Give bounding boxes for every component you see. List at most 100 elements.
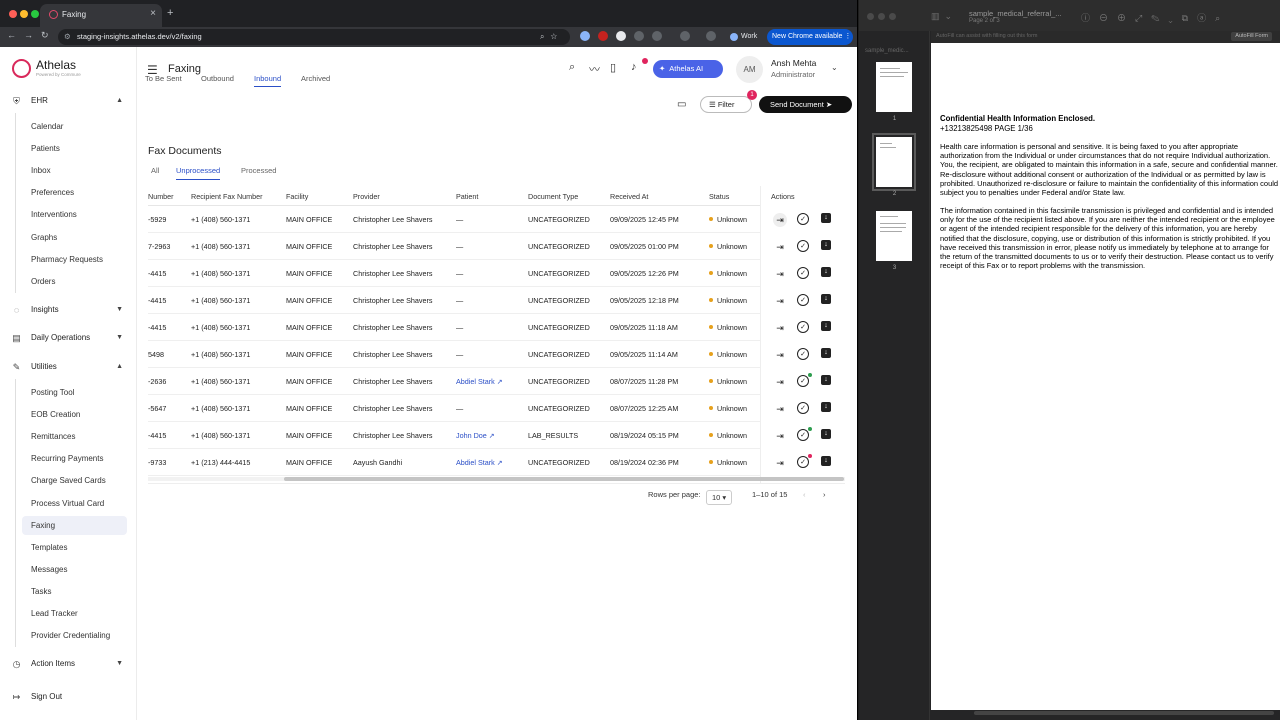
table-row[interactable]: -4415 +1 (408) 560-1371 MAIN OFFICE Christo… bbox=[148, 422, 845, 449]
address-bar[interactable]: ⚙ staging-insights.athelas.dev/v2/faxing… bbox=[58, 29, 570, 45]
extension-icon[interactable] bbox=[680, 31, 690, 41]
sidebar-section-action-items[interactable]: ◷ Action Items ▼ bbox=[11, 656, 123, 672]
sidebar-item-inbox[interactable]: Inbox bbox=[22, 161, 127, 180]
browser-tab[interactable]: Faxing × bbox=[40, 4, 162, 27]
sidebar-item-interventions[interactable]: Interventions bbox=[22, 205, 127, 224]
sidebar-section-utilities[interactable]: ✎ Utilities ▲ bbox=[11, 359, 123, 375]
sidebar-item-calendar[interactable]: Calendar bbox=[22, 117, 127, 136]
sidebar-item-pharmacy-requests[interactable]: Pharmacy Requests bbox=[22, 250, 127, 269]
site-info-icon[interactable]: ⚙ bbox=[64, 29, 71, 45]
mark-processed-icon[interactable]: ✓ bbox=[797, 267, 809, 279]
subtab-unprocessed[interactable]: Unprocessed bbox=[176, 166, 221, 180]
table-row[interactable]: -4415 +1 (408) 560-1371 MAIN OFFICE Christo… bbox=[148, 314, 845, 341]
table-row[interactable]: -5647 +1 (408) 560-1371 MAIN OFFICE Christo… bbox=[148, 395, 845, 422]
assign-icon[interactable]: ⇥ bbox=[773, 348, 787, 362]
sidebar-section-insights[interactable]: ◌ Insights ▼ bbox=[11, 302, 123, 318]
assign-icon[interactable]: ⇥ bbox=[773, 240, 787, 254]
archive-icon[interactable]: ↓ bbox=[821, 240, 831, 250]
assign-icon[interactable]: ⇥ bbox=[773, 429, 787, 443]
scrollbar-thumb[interactable] bbox=[284, 477, 844, 481]
sidebar-item-recurring-payments[interactable]: Recurring Payments bbox=[22, 449, 127, 468]
table-row[interactable]: -5929 +1 (408) 560-1371 MAIN OFFICE Christo… bbox=[148, 206, 845, 233]
column-header-status[interactable]: Status bbox=[709, 192, 729, 201]
sidebar-item-tasks[interactable]: Tasks bbox=[22, 582, 127, 601]
chevron-down-icon[interactable]: ⌄ bbox=[831, 63, 838, 72]
sidebar-item-lead-tracker[interactable]: Lead Tracker bbox=[22, 604, 127, 623]
assign-icon[interactable]: ⇥ bbox=[773, 456, 787, 470]
filter-button[interactable]: ☰ Filter bbox=[700, 96, 752, 113]
patient-link[interactable]: John Doe ↗ bbox=[456, 431, 495, 440]
sidebar-item-eob-creation[interactable]: EOB Creation bbox=[22, 405, 127, 424]
sidebar-section-ehr[interactable]: ⛨ EHR ▲ bbox=[11, 93, 123, 109]
horizontal-scrollbar[interactable] bbox=[974, 711, 1274, 715]
column-header-provider[interactable]: Provider bbox=[353, 192, 380, 201]
horizontal-scrollbar[interactable] bbox=[148, 477, 845, 481]
column-header-received-at[interactable]: Received At bbox=[610, 192, 648, 201]
table-row[interactable]: 5498 +1 (408) 560-1371 MAIN OFFICE Christop… bbox=[148, 341, 845, 368]
mark-processed-icon[interactable]: ✓ bbox=[797, 294, 809, 306]
patient-link[interactable]: Abdiel Stark ↗ bbox=[456, 377, 503, 386]
preview-tools[interactable]: ⓘ⊖⊕⤢✎⌄⧉ⓐ⌕ bbox=[1081, 11, 1229, 24]
archive-icon[interactable]: ↓ bbox=[821, 267, 831, 277]
subtab-processed[interactable]: Processed bbox=[241, 166, 276, 175]
extension-icon[interactable] bbox=[616, 31, 626, 41]
back-icon[interactable]: ← bbox=[7, 30, 16, 40]
sidebar-item-posting-tool[interactable]: Posting Tool bbox=[22, 383, 127, 402]
sidebar-item-graphs[interactable]: Graphs bbox=[22, 228, 127, 247]
column-header-facility[interactable]: Facility bbox=[286, 192, 308, 201]
column-header-document-type[interactable]: Document Type bbox=[528, 192, 578, 201]
archive-icon[interactable]: ↓ bbox=[821, 213, 831, 223]
tab-to-be-sent[interactable]: To Be Sent bbox=[145, 74, 182, 83]
sidebar-item-orders[interactable]: Orders bbox=[22, 272, 127, 291]
next-page-icon[interactable]: › bbox=[823, 490, 826, 499]
prev-page-icon[interactable]: ‹ bbox=[803, 490, 806, 499]
close-window-button[interactable] bbox=[867, 13, 874, 20]
patient-link[interactable]: Abdiel Stark ↗ bbox=[456, 458, 503, 467]
tab-outbound[interactable]: Outbound bbox=[201, 74, 234, 83]
extension-icon[interactable] bbox=[706, 31, 716, 41]
sidebar-item-preferences[interactable]: Preferences bbox=[22, 183, 127, 202]
mark-processed-icon[interactable]: ✓ bbox=[797, 348, 809, 360]
sidebar-item-templates[interactable]: Templates bbox=[22, 538, 127, 557]
archive-icon[interactable]: ↓ bbox=[821, 402, 831, 412]
table-row[interactable]: -4415 +1 (408) 560-1371 MAIN OFFICE Christo… bbox=[148, 260, 845, 287]
athelas-ai-button[interactable]: ✦ Athelas AI bbox=[653, 60, 723, 78]
assign-icon[interactable]: ⇥ bbox=[773, 321, 787, 335]
sidebar-item-charge-saved-cards[interactable]: Charge Saved Cards bbox=[22, 471, 127, 490]
book-icon[interactable]: ▯ bbox=[610, 61, 616, 74]
subtab-all[interactable]: All bbox=[151, 166, 159, 175]
table-row[interactable]: -4415 +1 (408) 560-1371 MAIN OFFICE Christo… bbox=[148, 287, 845, 314]
column-header-number[interactable]: Number bbox=[148, 192, 174, 201]
sidebar-item-faxing[interactable]: Faxing bbox=[22, 516, 127, 535]
autofill-form-button[interactable]: AutoFill Form bbox=[1231, 32, 1272, 41]
archive-icon[interactable]: ↓ bbox=[821, 456, 831, 466]
column-header-patient[interactable]: Patient bbox=[456, 192, 478, 201]
sidebar-item-patients[interactable]: Patients bbox=[22, 139, 127, 158]
new-tab-button[interactable]: + bbox=[167, 7, 173, 19]
omnibox-actions[interactable]: ⌕☆ bbox=[540, 29, 563, 45]
sidebar-item-remittances[interactable]: Remittances bbox=[22, 427, 127, 446]
sign-out-button[interactable]: ↦ Sign Out bbox=[11, 689, 123, 705]
mark-processed-icon[interactable]: ✓ bbox=[797, 456, 809, 468]
archive-icon[interactable]: ↓ bbox=[821, 375, 831, 385]
mark-processed-icon[interactable]: ✓ bbox=[797, 213, 809, 225]
assign-icon[interactable]: ⇥ bbox=[773, 402, 787, 416]
sidebar-item-provider-credentialing[interactable]: Provider Credentialing bbox=[22, 626, 127, 645]
mark-processed-icon[interactable]: ✓ bbox=[797, 375, 809, 387]
page-thumbnail[interactable] bbox=[876, 211, 912, 261]
puzzle-icon[interactable] bbox=[652, 31, 662, 41]
assign-icon[interactable]: ⇥ bbox=[773, 267, 787, 281]
archive-icon[interactable]: ↓ bbox=[821, 294, 831, 304]
mark-processed-icon[interactable]: ✓ bbox=[797, 429, 809, 441]
sidebar-item-messages[interactable]: Messages bbox=[22, 560, 127, 579]
forward-icon[interactable]: → bbox=[24, 30, 33, 40]
table-row[interactable]: 7-2963 +1 (408) 560-1371 MAIN OFFICE Christ… bbox=[148, 233, 845, 260]
archive-icon[interactable]: ↓ bbox=[821, 321, 831, 331]
tab-inbound[interactable]: Inbound bbox=[254, 74, 282, 87]
search-icon[interactable]: ⌕ bbox=[569, 61, 575, 74]
tab-archived[interactable]: Archived bbox=[301, 74, 330, 83]
avatar[interactable]: AM bbox=[736, 56, 763, 83]
send-document-button[interactable]: Send Document ➤ bbox=[759, 96, 852, 113]
rows-per-page-select[interactable]: 10 ▾ bbox=[706, 490, 732, 505]
minimize-window-button[interactable] bbox=[20, 10, 28, 18]
